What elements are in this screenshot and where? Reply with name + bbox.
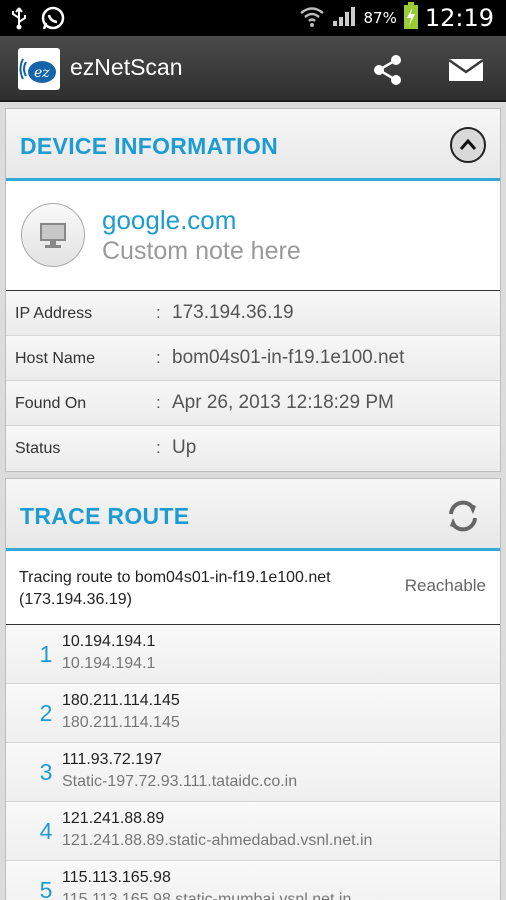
mail-icon <box>448 58 484 81</box>
hop-host: 180.211.114.145 <box>62 714 180 731</box>
info-value: Apr 26, 2013 12:18:29 PM <box>172 392 394 413</box>
trace-route-title: TRACE ROUTE <box>20 503 190 529</box>
info-label: Host Name <box>15 350 96 367</box>
battery-percent: 87% <box>363 9 397 27</box>
info-separator: : <box>156 348 161 367</box>
hop-row[interactable]: 1 10.194.194.1 10.194.194.1 <box>6 625 500 684</box>
device-information-header: DEVICE INFORMATION <box>6 109 500 181</box>
hop-number: 2 <box>39 700 53 726</box>
hop-ip: 10.194.194.1 <box>62 633 156 650</box>
info-separator: : <box>156 303 161 322</box>
wifi-icon <box>299 4 325 32</box>
device-information-card: DEVICE INFORMATION google.com Custom not… <box>5 108 501 472</box>
hop-number: 1 <box>39 641 53 667</box>
clock: 12:19 <box>424 4 494 32</box>
info-value: 173.194.36.19 <box>172 302 294 323</box>
info-row-found-on: Found On : Apr 26, 2013 12:18:29 PM <box>6 381 500 426</box>
info-separator: : <box>156 393 161 412</box>
logo-text: ez <box>34 65 50 81</box>
info-label: Status <box>15 440 61 457</box>
device-note[interactable]: Custom note here <box>102 237 301 266</box>
hop-ip: 115.113.165.98 <box>62 869 171 886</box>
info-value: Up <box>172 437 197 458</box>
reachability-status: Reachable <box>404 576 486 595</box>
device-name: google.com <box>102 205 237 235</box>
hop-row[interactable]: 2 180.211.114.145 180.211.114.145 <box>6 684 500 743</box>
collapse-button[interactable] <box>450 127 486 163</box>
monitor-icon <box>40 223 66 248</box>
info-separator: : <box>156 438 161 457</box>
hop-row[interactable]: 5 115.113.165.98 115.113.165.98.static-m… <box>6 861 500 900</box>
hop-host: Static-197.72.93.111.tataidc.co.in <box>62 773 298 790</box>
info-row-status: Status : Up <box>6 426 500 471</box>
info-label: Found On <box>15 395 87 412</box>
info-value: bom04s01-in-f19.1e100.net <box>172 347 405 368</box>
battery-charging-icon <box>403 2 419 34</box>
chevron-up-icon <box>459 138 477 150</box>
trace-description: Tracing route to bom04s01-in-f19.1e100.n… <box>19 569 331 608</box>
whatsapp-icon <box>40 5 66 35</box>
device-information-title: DEVICE INFORMATION <box>20 133 278 159</box>
hop-host: 115.113.165.98.static-mumbai.vsnl.net.in <box>62 891 352 900</box>
refresh-button[interactable] <box>444 497 482 535</box>
trace-route-header: TRACE ROUTE <box>6 479 500 551</box>
app-logo: ez <box>18 48 60 90</box>
hop-host: 10.194.194.1 <box>62 655 156 672</box>
share-icon <box>374 55 401 85</box>
hop-number: 4 <box>39 818 53 844</box>
refresh-icon <box>449 500 477 532</box>
device-avatar <box>21 203 85 267</box>
trace-route-card: TRACE ROUTE Tracing route to bom04s01-in… <box>5 478 501 900</box>
trace-summary: Tracing route to bom04s01-in-f19.1e100.n… <box>6 551 500 625</box>
hop-row[interactable]: 3 111.93.72.197 Static-197.72.93.111.tat… <box>6 743 500 802</box>
hop-list: 1 10.194.194.1 10.194.194.1 2 180.211.11… <box>6 625 500 900</box>
action-bar: ez ezNetScan <box>0 36 506 102</box>
info-label: IP Address <box>15 305 93 322</box>
notification-icons <box>10 5 66 35</box>
device-summary[interactable]: google.com Custom note here <box>6 181 500 291</box>
hop-ip: 111.93.72.197 <box>62 751 162 768</box>
info-row-ip-address: IP Address : 173.194.36.19 <box>6 291 500 336</box>
hop-number: 3 <box>39 759 53 785</box>
device-info-rows: IP Address : 173.194.36.19 Host Name : b… <box>6 291 500 471</box>
email-button[interactable] <box>446 50 486 90</box>
app-title: ezNetScan <box>70 54 183 80</box>
hop-host: 121.241.88.89.static-ahmedabad.vsnl.net.… <box>62 832 373 849</box>
signal-icon <box>331 4 357 32</box>
share-button[interactable] <box>368 50 408 90</box>
hop-number: 5 <box>39 877 53 900</box>
info-row-host-name: Host Name : bom04s01-in-f19.1e100.net <box>6 336 500 381</box>
hop-row[interactable]: 4 121.241.88.89 121.241.88.89.static-ahm… <box>6 802 500 861</box>
hop-ip: 180.211.114.145 <box>62 692 180 709</box>
hop-ip: 121.241.88.89 <box>62 810 165 827</box>
system-icons: 87% 12:19 <box>299 2 494 34</box>
usb-icon <box>10 6 28 34</box>
status-bar: 87% 12:19 <box>0 0 506 36</box>
